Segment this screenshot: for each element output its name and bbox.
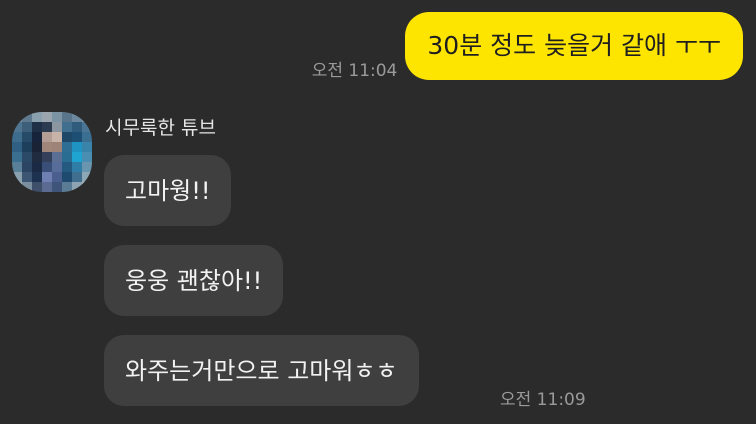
incoming-message-bubble[interactable]: 웅웅 괜찮아!! [104, 245, 284, 316]
incoming-message-bubble[interactable]: 고마웡!! [104, 155, 232, 226]
outgoing-timestamp: 오전 11:04 [311, 61, 398, 81]
blurred-avatar-image [12, 112, 92, 192]
outgoing-message-bubble[interactable]: 30분 정도 늦을거 같애 ㅜㅜ [405, 12, 743, 80]
sender-name: 시무룩한 튜브 [105, 117, 216, 139]
incoming-message-bubble[interactable]: 와주는거만으로 고마워ㅎㅎ [104, 335, 419, 406]
incoming-timestamp: 오전 11:09 [500, 390, 586, 410]
avatar[interactable] [12, 112, 92, 192]
outgoing-message-row: 오전 11:04 30분 정도 늦을거 같애 ㅜㅜ [312, 12, 743, 80]
